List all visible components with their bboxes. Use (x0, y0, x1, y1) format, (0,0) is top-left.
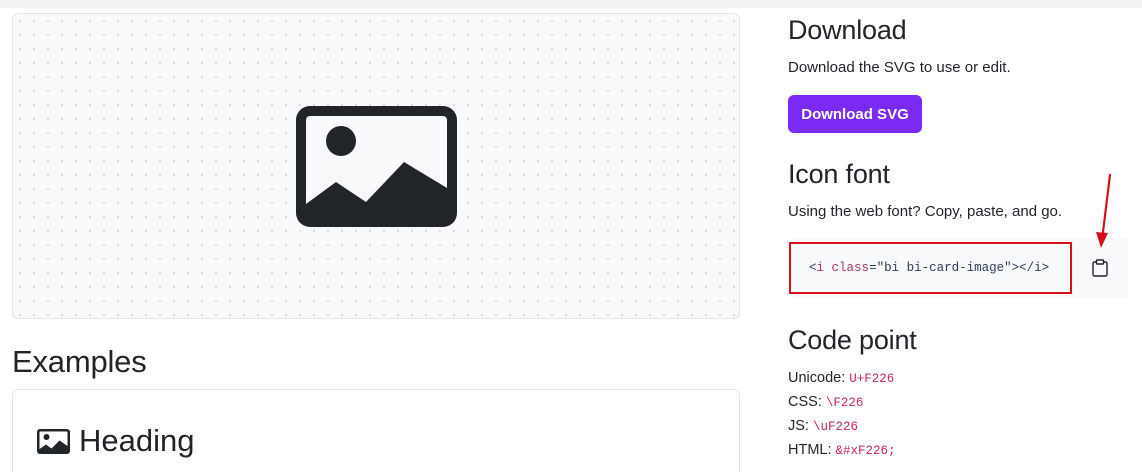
examples-card: Heading (12, 389, 740, 472)
code-point-label: CSS: (788, 394, 822, 410)
code-point-label: HTML: (788, 442, 832, 458)
download-title: Download (788, 15, 907, 45)
code-point-value: \F226 (825, 396, 864, 410)
code-point-row-js: JS: \uF226 (788, 418, 858, 434)
code-point-value: &#xF226; (835, 444, 896, 458)
icon-font-code-snippet[interactable]: < i class = "bi bi-card-image" > </i> (789, 242, 1072, 294)
example-heading-text: Heading (79, 423, 195, 458)
code-point-value: \uF226 (812, 420, 858, 434)
code-value: "bi bi-card-image" (876, 261, 1012, 275)
card-image-icon (37, 428, 70, 454)
code-point-label: JS: (788, 418, 809, 434)
code-attr: class (831, 261, 870, 275)
card-image-icon (296, 106, 457, 227)
code-equals: = (869, 261, 877, 275)
code-close-open: > (1011, 261, 1020, 275)
code-closing-tag: </i> (1019, 261, 1050, 275)
icon-preview-panel (12, 13, 740, 319)
icon-font-title: Icon font (788, 159, 890, 189)
code-point-label: Unicode: (788, 370, 846, 386)
code-point-value: U+F226 (849, 372, 895, 386)
examples-title: Examples (12, 344, 147, 379)
download-svg-button[interactable]: Download SVG (788, 95, 922, 133)
code-point-title: Code point (788, 325, 917, 355)
code-tag: i (816, 261, 825, 275)
icon-font-description: Using the web font? Copy, paste, and go. (788, 203, 1063, 220)
code-open-bracket: < (809, 261, 817, 275)
copy-code-button[interactable] (1089, 255, 1111, 281)
icon-font-code-block: < i class = "bi bi-card-image" > </i> (788, 238, 1128, 298)
sidebar-details: Download Download the SVG to use or edit… (788, 0, 1142, 472)
clipboard-icon (1092, 259, 1108, 277)
annotation-arrow-icon (1096, 173, 1112, 248)
code-point-row-css: CSS: \F226 (788, 394, 863, 410)
example-heading: Heading (37, 423, 194, 459)
code-point-row-unicode: Unicode: U+F226 (788, 370, 894, 386)
download-description: Download the SVG to use or edit. (788, 59, 1011, 76)
code-point-row-html: HTML: &#xF226; (788, 442, 896, 458)
